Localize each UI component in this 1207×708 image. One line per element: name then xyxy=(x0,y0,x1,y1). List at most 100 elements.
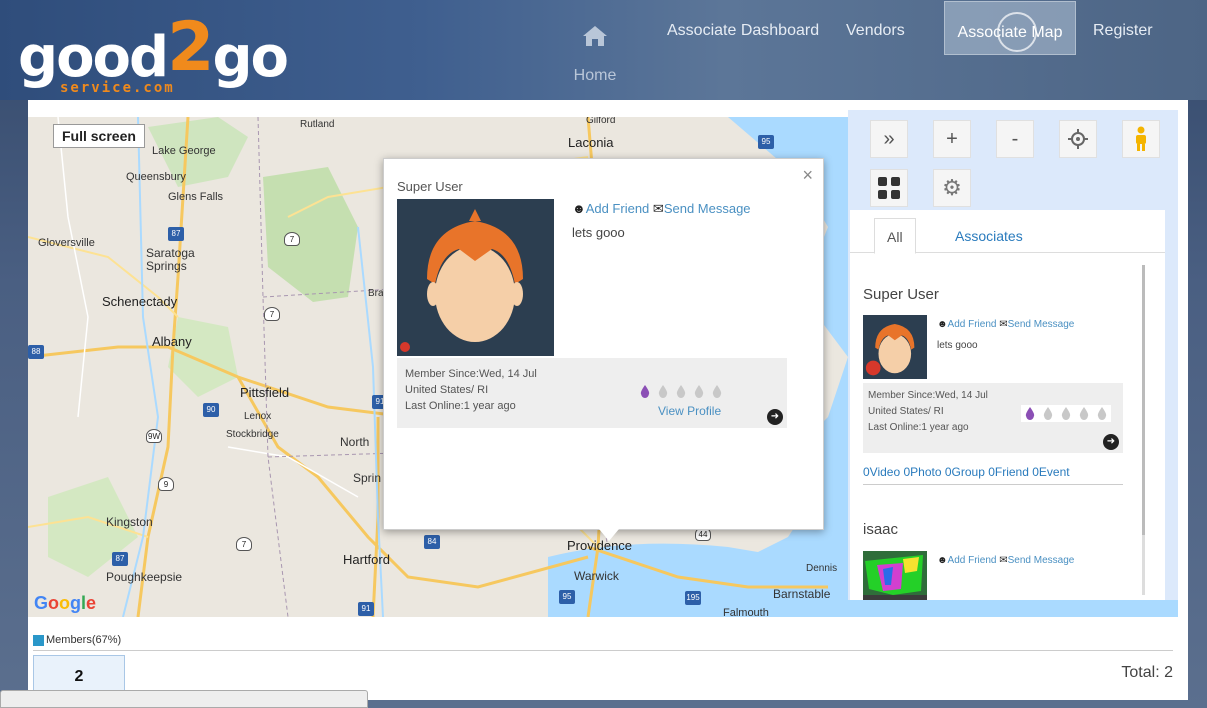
collapse-panel-button[interactable]: » xyxy=(870,120,908,158)
route-95-shield: 95 xyxy=(758,135,774,149)
map-label-hartford: Hartford xyxy=(343,552,390,567)
total-count: Total: 2 xyxy=(1121,664,1173,681)
envelope-icon: ✉ xyxy=(999,555,1008,566)
fullscreen-button[interactable]: Full screen xyxy=(53,124,145,148)
route-87-shield: 87 xyxy=(112,552,128,566)
close-icon[interactable]: × xyxy=(802,165,813,186)
route-95-shield: 95 xyxy=(559,590,575,604)
route-7-shield: 7 xyxy=(264,307,280,321)
map-label-kingston: Kingston xyxy=(106,515,153,529)
home-icon xyxy=(583,26,607,46)
member-info-box: Member Since:Wed, 14 Jul United States/ … xyxy=(863,383,1123,453)
member-name[interactable]: Super User xyxy=(863,286,939,303)
route-7-shield: 7 xyxy=(284,232,300,246)
nav-associate-dashboard[interactable]: Associate Dashboard xyxy=(667,22,819,40)
water-drop-icon xyxy=(658,385,668,398)
add-friend-link[interactable]: Add Friend xyxy=(948,555,997,566)
map-side-panel: » + - ⚙ All Associates Super User ☻Add F… xyxy=(848,110,1178,600)
scroll-thumb[interactable] xyxy=(1142,265,1145,535)
member-since: Member Since:Wed, 14 Jul xyxy=(405,368,537,380)
good2go-logo[interactable]: good2go service.com xyxy=(18,6,289,97)
loading-ring xyxy=(997,12,1037,52)
user-avatar-image xyxy=(397,199,554,356)
route-88-shield: 88 xyxy=(28,345,44,359)
member-location: United States/ RI xyxy=(405,384,489,396)
grid-view-button[interactable] xyxy=(870,169,908,207)
locate-button[interactable] xyxy=(1059,120,1097,158)
list-scrollbar[interactable] xyxy=(1142,265,1145,595)
route-91-shield: 91 xyxy=(358,602,374,616)
water-drop-icon xyxy=(1097,407,1107,420)
popup-info-box: Member Since:Wed, 14 Jul United States/ … xyxy=(397,358,787,428)
member-actions: ☻Add Friend ✉Send Message xyxy=(937,555,1074,566)
route-195-shield: 195 xyxy=(685,591,701,605)
route-87-shield: 87 xyxy=(168,227,184,241)
map-label-pittsfield: Pittsfield xyxy=(240,385,290,400)
grid-icon xyxy=(878,177,900,199)
map-label-rutland: Rutland xyxy=(300,119,335,130)
map-label-schenectady: Schenectady xyxy=(102,294,178,309)
tab-associates[interactable]: Associates xyxy=(943,218,1035,254)
member-name[interactable]: isaac xyxy=(863,521,898,538)
legend-label: Members(67%) xyxy=(46,634,122,646)
nav-vendors[interactable]: Vendors xyxy=(846,22,905,40)
arrow-right-icon[interactable]: ➜ xyxy=(1103,434,1119,450)
nav-register[interactable]: Register xyxy=(1093,22,1153,40)
water-drop-icon xyxy=(1043,407,1053,420)
map-label-queensbury: Queensbury xyxy=(126,171,186,183)
map-label-lake-george: Lake George xyxy=(152,145,216,157)
last-online: Last Online:1 year ago xyxy=(405,400,516,412)
gear-icon: ⚙ xyxy=(942,175,962,200)
nav-home[interactable]: Home xyxy=(570,24,620,90)
zoom-in-button[interactable]: + xyxy=(933,120,971,158)
member-avatar[interactable] xyxy=(863,315,927,379)
water-drop-icon xyxy=(1025,407,1035,420)
route-90-shield: 90 xyxy=(203,403,219,417)
popup-avatar[interactable] xyxy=(397,199,554,356)
map-label-gloversville: Gloversville xyxy=(38,237,95,249)
member-location: United States/ RI xyxy=(868,406,944,417)
zoom-out-button[interactable]: - xyxy=(996,120,1034,158)
user-avatar-image xyxy=(863,551,927,600)
route-7-shield: 7 xyxy=(236,537,252,551)
map-label-gilford: Gilford xyxy=(586,117,616,126)
water-drop-icon xyxy=(676,385,686,398)
map-label-albany: Albany xyxy=(152,334,192,349)
add-friend-icon: ☻ xyxy=(937,555,948,566)
rating-drops xyxy=(640,385,722,398)
add-friend-link[interactable]: Add Friend xyxy=(586,201,650,216)
rating-drops xyxy=(1021,405,1111,422)
google-logo: Google xyxy=(34,593,97,613)
map-label-lenox: Lenox xyxy=(244,411,272,422)
route-9-shield: 9 xyxy=(158,477,174,491)
tab-all[interactable]: All xyxy=(874,218,916,254)
water-drop-icon xyxy=(712,385,722,398)
nav-associate-map[interactable]: Associate Map xyxy=(944,1,1076,55)
bottom-scroll-bar[interactable] xyxy=(0,690,368,708)
add-friend-icon: ☻ xyxy=(937,319,948,330)
member-since: Member Since:Wed, 14 Jul xyxy=(868,390,988,401)
send-message-link[interactable]: Send Message xyxy=(1008,555,1075,566)
arrow-right-icon[interactable]: ➜ xyxy=(767,409,783,425)
view-profile-link[interactable]: View Profile xyxy=(658,404,721,418)
street-view-button[interactable] xyxy=(1122,120,1160,158)
member-avatar[interactable] xyxy=(863,551,927,600)
add-friend-link[interactable]: Add Friend xyxy=(948,319,997,330)
water-drop-icon xyxy=(1079,407,1089,420)
route-9w-shield: 9W xyxy=(146,429,162,443)
legend-swatch xyxy=(33,634,44,646)
map-label-warwick: Warwick xyxy=(574,569,619,583)
water-drop-icon xyxy=(640,385,650,398)
top-header: good2go service.com Home Associate Dashb… xyxy=(0,0,1207,100)
popup-status-text: lets gooo xyxy=(572,225,625,240)
settings-button[interactable]: ⚙ xyxy=(933,169,971,207)
send-message-link[interactable]: Send Message xyxy=(664,201,751,216)
map-label-sprin: Sprin xyxy=(353,471,382,485)
send-message-link[interactable]: Send Message xyxy=(1008,319,1075,330)
last-online: Last Online:1 year ago xyxy=(868,422,969,433)
member-counts[interactable]: 0Video 0Photo 0Group 0Friend 0Event xyxy=(863,465,1070,479)
member-status: lets gooo xyxy=(937,340,978,351)
main-panel: Laconia Gilford Rutland Lake George Quee… xyxy=(28,100,1188,700)
map-label-stockbridge: Stockbridge xyxy=(226,429,279,440)
user-avatar-image xyxy=(863,315,927,379)
